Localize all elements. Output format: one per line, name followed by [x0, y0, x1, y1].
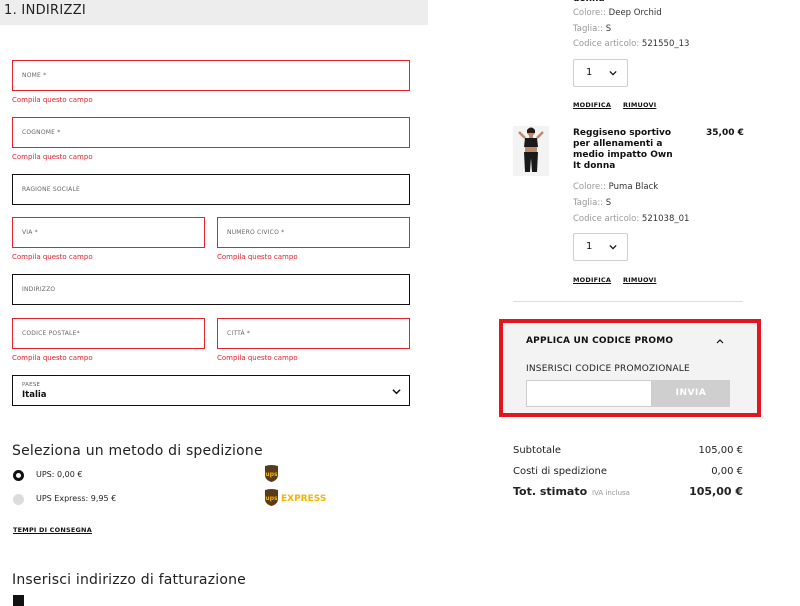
ups-express-option-label: UPS Express: 9,95 € [36, 494, 117, 503]
house-number-field[interactable]: NUMERO CIVICO * [217, 217, 410, 248]
delivery-times-link[interactable]: TEMPI DI CONSEGNA [13, 526, 92, 534]
city-placeholder: CITTÀ * [227, 330, 251, 337]
first-name-placeholder: NOME * [22, 72, 47, 79]
city-field[interactable]: CITTÀ * [217, 318, 410, 349]
item2-color: Colore:: Puma Black [573, 182, 659, 192]
item1-edit-link[interactable]: MODIFICA [573, 101, 611, 109]
address-line-field[interactable]: INDIRIZZO [12, 274, 410, 305]
street-error: Compila questo campo [12, 253, 93, 261]
shipping-cost-value: 0,00 € [711, 466, 743, 477]
first-name-error: Compila questo campo [12, 96, 93, 104]
billing-same-checkbox[interactable] [13, 595, 24, 606]
company-name-field[interactable]: RAGIONE SOCIALE [12, 174, 410, 205]
company-name-placeholder: RAGIONE SOCIALE [22, 186, 80, 193]
svg-text:ups: ups [265, 471, 278, 478]
chevron-down-icon [392, 389, 401, 395]
item1-size: Taglia:: S [573, 24, 612, 34]
total-value: 105,00 € [689, 485, 743, 498]
item1-quantity-value: 1 [586, 67, 593, 78]
postal-code-field[interactable]: CODICE POSTALE* [12, 318, 205, 349]
promo-input-label: INSERISCI CODICE PROMOZIONALE [526, 364, 690, 374]
ups-option-label: UPS: 0,00 € [36, 470, 83, 479]
product-image [513, 126, 549, 176]
ups-radio[interactable] [13, 470, 24, 481]
postal-code-placeholder: CODICE POSTALE* [22, 330, 80, 337]
house-number-placeholder: NUMERO CIVICO * [227, 229, 285, 236]
item1-color: Colore:: Deep Orchid [573, 8, 662, 18]
item2-quantity-select[interactable]: 1 [573, 233, 628, 261]
last-name-error: Compila questo campo [12, 153, 93, 161]
house-number-error: Compila questo campo [217, 253, 298, 261]
country-select[interactable]: PAESE Italia [12, 375, 410, 406]
shipping-cost-label: Costi di spedizione [513, 466, 607, 477]
country-label: PAESE [22, 382, 41, 388]
shipping-method-title: Seleziona un metodo di spedizione [12, 443, 263, 459]
item2-size: Taglia:: S [573, 198, 612, 208]
address-section-header: 1. INDIRIZZI [0, 0, 428, 25]
ups-express-logo-icon: ups [265, 489, 278, 506]
cart-divider [513, 301, 743, 302]
promo-submit-button[interactable]: INVIA [652, 380, 730, 407]
subtotal-value: 105,00 € [698, 445, 743, 456]
country-value: Italia [22, 390, 47, 400]
item2-price: 35,00 € [706, 128, 744, 138]
city-error: Compila questo campo [217, 354, 298, 362]
total-label: Tot. stimato [513, 485, 588, 498]
item2-quantity-value: 1 [586, 241, 593, 252]
promo-title[interactable]: APPLICA UN CODICE PROMO [526, 336, 673, 346]
item2-name[interactable]: Reggiseno sportivo per allenamenti a med… [573, 128, 678, 172]
address-line-placeholder: INDIRIZZO [22, 286, 56, 293]
ups-logo-icon: ups [265, 465, 278, 482]
street-field[interactable]: VIA * [12, 217, 205, 248]
svg-text:ups: ups [265, 495, 278, 502]
postal-code-error: Compila questo campo [12, 354, 93, 362]
last-name-placeholder: COGNOME * [22, 129, 61, 136]
item2-code: Codice articolo: 521038_01 [573, 214, 690, 224]
promo-code-input[interactable] [526, 380, 652, 407]
item1-quantity-select[interactable]: 1 [573, 59, 628, 87]
address-section-title: 1. INDIRIZZI [4, 3, 87, 18]
item2-edit-link[interactable]: MODIFICA [573, 276, 611, 284]
last-name-field[interactable]: COGNOME * [12, 117, 410, 148]
street-placeholder: VIA * [22, 229, 38, 236]
item1-remove-link[interactable]: RIMUOVI [623, 101, 656, 109]
vat-note: IVA inclusa [592, 489, 630, 497]
chevron-down-icon [609, 244, 617, 250]
subtotal-label: Subtotale [513, 445, 562, 456]
item2-remove-link[interactable]: RIMUOVI [623, 276, 656, 284]
chevron-down-icon [609, 70, 617, 76]
item1-code: Codice articolo: 521550_13 [573, 39, 690, 49]
chevron-up-icon[interactable] [716, 338, 724, 344]
billing-address-title: Inserisci indirizzo di fatturazione [12, 572, 246, 588]
ups-express-radio[interactable] [13, 494, 24, 505]
item1-name-fragment: donna [573, 0, 678, 5]
first-name-field[interactable]: NOME * [12, 60, 410, 91]
ups-express-logo-text: EXPRESS [281, 494, 327, 504]
